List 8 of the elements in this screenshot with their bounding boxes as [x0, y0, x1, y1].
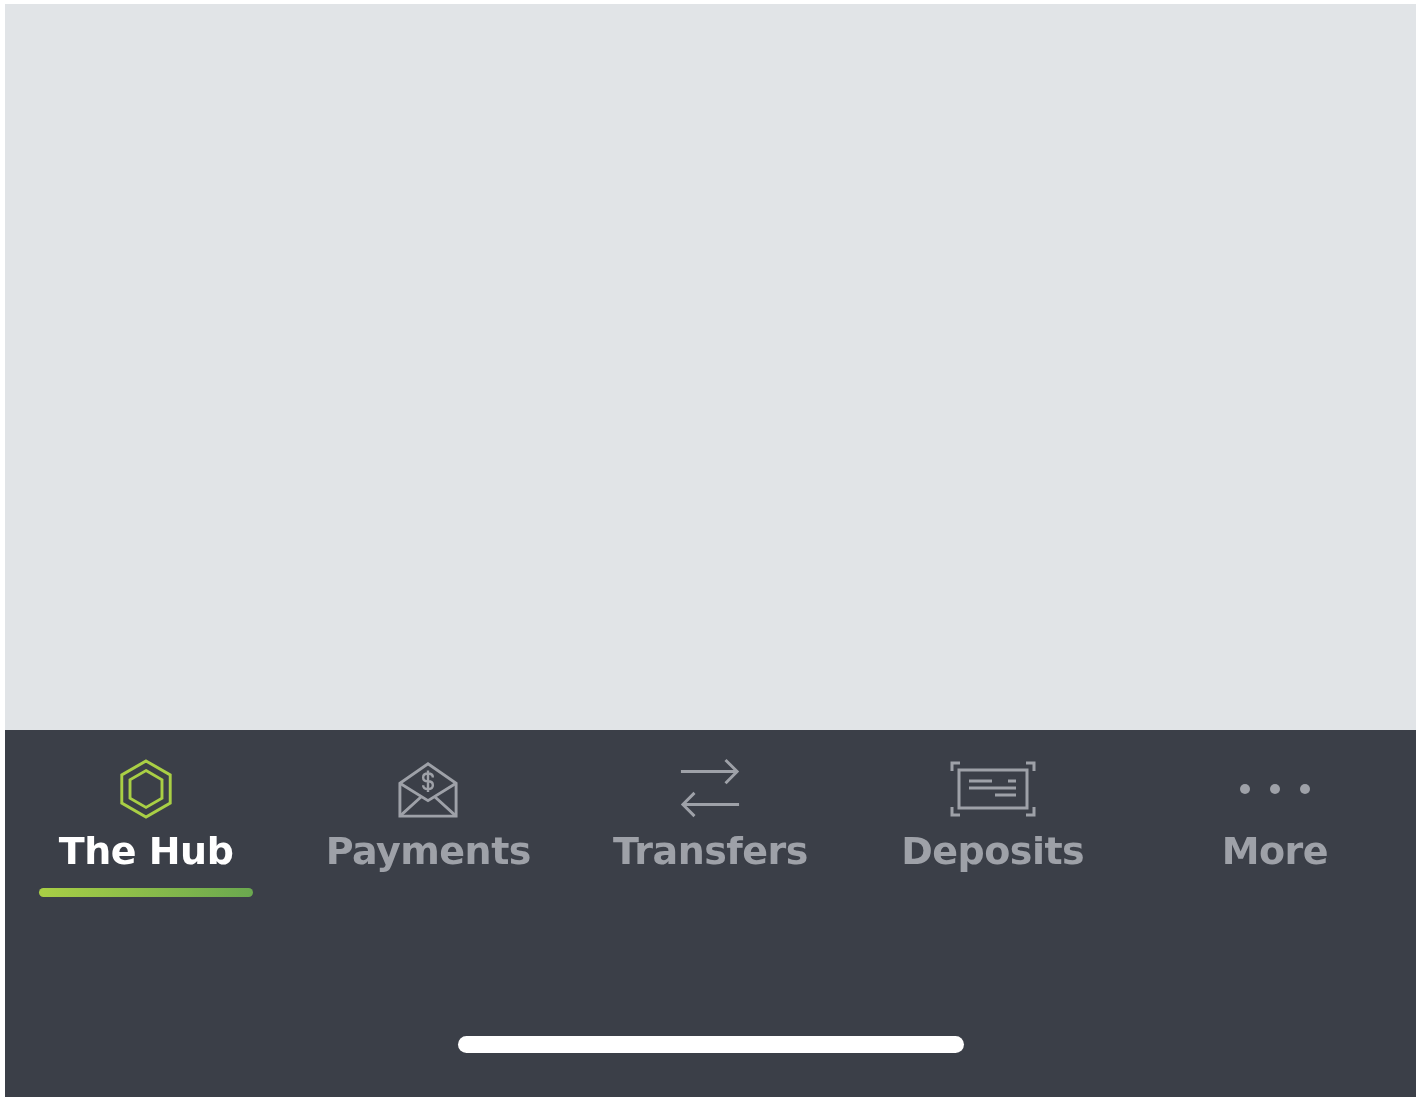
more-icon: [1238, 783, 1311, 795]
tab[interactable]: Payments: [287, 758, 570, 897]
tab[interactable]: Transfers: [569, 758, 852, 897]
check-scan-icon: [949, 761, 1036, 817]
tab[interactable]: Deposits: [851, 758, 1134, 897]
tab[interactable]: More: [1133, 758, 1416, 897]
arrows-icon: [679, 758, 742, 820]
tab[interactable]: The Hub: [5, 758, 288, 897]
